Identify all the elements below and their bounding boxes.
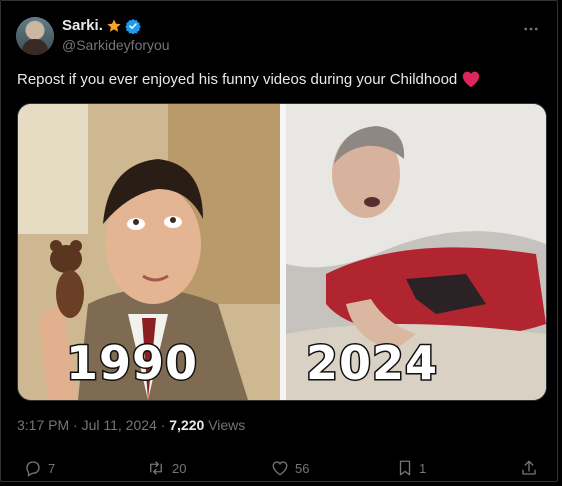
avatar[interactable] [16,17,54,55]
more-options-icon[interactable] [522,20,540,43]
verified-badge-icon [125,18,141,34]
tweet-text: Repost if you ever enjoyed his funny vid… [17,70,481,88]
bookmark-count: 1 [419,460,427,476]
reply-icon [26,461,40,477]
author-handle[interactable]: @Sarkideyforyou [62,37,170,53]
share-button[interactable] [520,459,538,477]
heart-icon [272,461,288,476]
star-icon [107,18,121,32]
year-label-1990: 1990 [64,335,199,392]
tweet-meta: 3:17 PM · Jul 11, 2024 · 7,220 Views [17,417,245,433]
tweet-media-image[interactable]: 1990 2024 [17,103,547,401]
like-count: 56 [295,460,310,476]
views-count: 7,220 [169,417,205,433]
like-button[interactable]: 56 [271,459,309,477]
timestamp[interactable]: 3:17 PM · Jul 11, 2024 · [17,417,169,433]
action-bar: 7 20 56 1 [0,455,562,483]
author-name-row[interactable]: Sarki. [62,17,141,34]
repost-icon [150,461,162,475]
repost-button[interactable]: 20 [146,459,186,477]
share-icon [522,460,536,475]
bookmark-icon [399,460,411,476]
reply-count: 7 [48,460,56,476]
avatar-figure [22,39,48,55]
reply-button[interactable]: 7 [24,459,55,477]
repost-count: 20 [172,460,187,476]
tweet-text-content: Repost if you ever enjoyed his funny vid… [17,70,458,88]
bookmark-button[interactable]: 1 [397,459,426,477]
views-label: Views [204,417,246,433]
red-heart-emoji-icon [463,71,480,88]
year-label-2024: 2024 [304,335,439,392]
author-display-name[interactable]: Sarki. [62,17,103,34]
